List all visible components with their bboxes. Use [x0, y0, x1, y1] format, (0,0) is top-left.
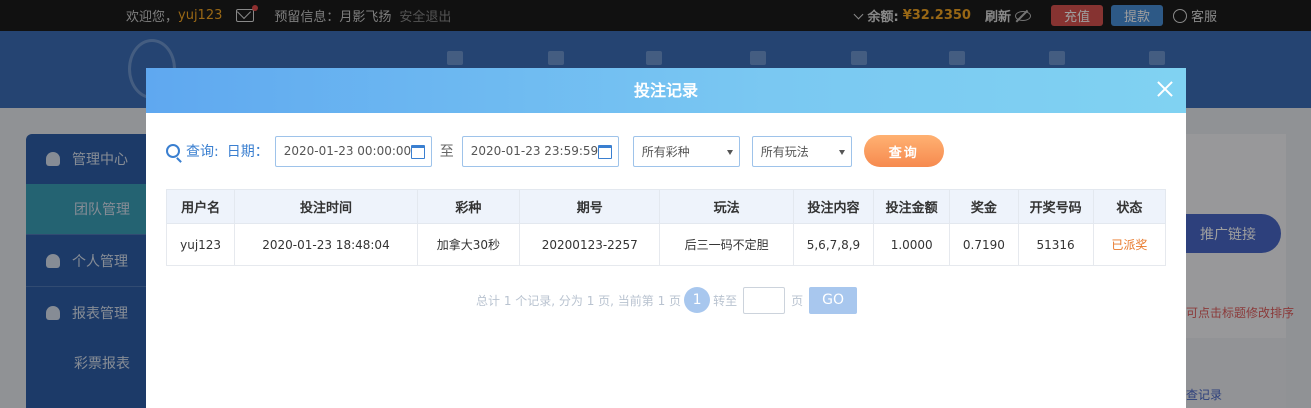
- column-header[interactable]: 用户名: [165, 189, 236, 224]
- query-button[interactable]: 查询: [863, 135, 944, 167]
- column-header[interactable]: 投注内容: [792, 189, 875, 224]
- modal-header: 投注记录: [146, 68, 1186, 113]
- go-button[interactable]: GO: [809, 286, 858, 314]
- table-cell: 2020-01-23 18:48:04: [234, 223, 418, 266]
- column-header[interactable]: 奖金: [949, 189, 1019, 224]
- column-header[interactable]: 彩种: [416, 189, 521, 224]
- modal-title: 投注记录: [633, 81, 698, 100]
- caret-down-icon: [838, 149, 845, 155]
- column-header[interactable]: 玩法: [659, 189, 794, 224]
- start-date-input[interactable]: 2020-01-23 00:00:00: [274, 135, 432, 167]
- table-cell: 已派奖: [1092, 223, 1167, 266]
- query-label: 查询:: [186, 144, 219, 160]
- table-cell: yuj123: [165, 223, 236, 266]
- table-cell: 0.7190: [949, 223, 1019, 266]
- search-icon: [166, 144, 180, 158]
- table-header-row: 用户名 投注时间 彩种 期号 玩法 投注内容 投注金额 奖金 开奖号码 状态: [165, 189, 1167, 224]
- table-row[interactable]: yuj123 2020-01-23 18:48:04 加拿大30秒 20200123-…: [165, 223, 1167, 266]
- table-cell: 20200123-2257: [519, 223, 661, 266]
- end-date-input[interactable]: 2020-01-23 23:59:59: [461, 135, 619, 167]
- page-jump-input[interactable]: [743, 286, 786, 314]
- date-label: 日期：: [226, 144, 269, 160]
- pager-summary: 总计 1 个记录, 分为 1 页, 当前第 1 页: [476, 293, 682, 308]
- column-header[interactable]: 期号: [519, 189, 661, 224]
- calendar-icon[interactable]: [410, 144, 425, 159]
- page-unit-label: 页: [791, 293, 804, 308]
- table-cell: 51316: [1017, 223, 1094, 266]
- column-header[interactable]: 投注金额: [873, 189, 951, 224]
- play-select-value: 所有玩法: [760, 144, 809, 159]
- lottery-select[interactable]: 所有彩种: [632, 135, 740, 167]
- lottery-select-value: 所有彩种: [641, 144, 690, 159]
- column-header[interactable]: 开奖号码: [1017, 189, 1094, 224]
- bet-record-modal: 投注记录 查询: 日期： 2020-01-23 00:00:00 至 2020-…: [146, 68, 1186, 408]
- pagination: 总计 1 个记录, 分为 1 页, 当前第 1 页 1 转至 页 GO: [476, 286, 858, 314]
- table-cell: 后三一码不定胆: [659, 223, 794, 266]
- table-cell: 加拿大30秒: [416, 223, 521, 266]
- to-label: 至: [439, 144, 454, 160]
- caret-down-icon: [726, 149, 733, 155]
- goto-label: 转至: [713, 293, 738, 308]
- end-date-value: 2020-01-23 23:59:59: [470, 144, 599, 158]
- bet-record-table: 用户名 投注时间 彩种 期号 玩法 投注内容 投注金额 奖金 开奖号码 状态 yuj123 2020…: [165, 189, 1167, 266]
- start-date-value: 2020-01-23 00:00:00: [283, 144, 412, 158]
- table-body: yuj123 2020-01-23 18:48:04 加拿大30秒 20200123-…: [165, 223, 1167, 266]
- table-cell: 1.0000: [873, 223, 951, 266]
- play-select[interactable]: 所有玩法: [751, 135, 852, 167]
- page-number-current[interactable]: 1: [684, 287, 711, 313]
- calendar-icon[interactable]: [597, 144, 612, 159]
- column-header[interactable]: 状态: [1092, 189, 1167, 224]
- filter-bar: 查询: 日期： 2020-01-23 00:00:00 至 2020-01-23…: [166, 135, 944, 167]
- column-header[interactable]: 投注时间: [234, 189, 418, 224]
- table-cell: 5,6,7,8,9: [792, 223, 875, 266]
- close-icon[interactable]: [1156, 80, 1174, 98]
